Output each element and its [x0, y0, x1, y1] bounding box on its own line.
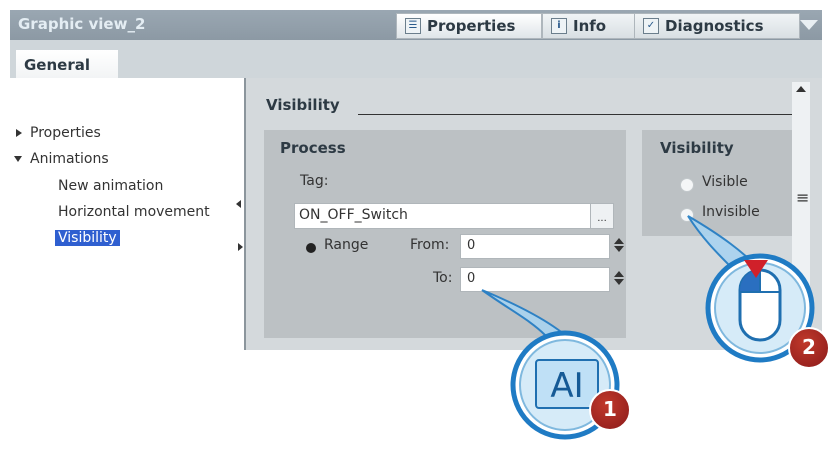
tab-diagnostics-label: Diagnostics: [665, 17, 764, 35]
tab-info[interactable]: i Info: [542, 13, 636, 39]
collapse-arrow-icon[interactable]: [800, 20, 818, 30]
to-label: To:: [433, 270, 453, 286]
diagnostics-icon: ✓: [643, 18, 659, 34]
window-title: Graphic view_2: [18, 15, 146, 33]
properties-icon: ☰: [405, 18, 421, 34]
mouse-icon: [738, 268, 782, 342]
splitter-right-arrow-icon[interactable]: [238, 243, 243, 251]
collapse-arrow-icon[interactable]: [14, 156, 22, 162]
tab-properties[interactable]: ☰ Properties: [396, 13, 542, 39]
scroll-grip-icon[interactable]: ≡: [796, 188, 809, 207]
tag-label: Tag:: [300, 173, 329, 189]
splitter-left-arrow-icon[interactable]: [236, 200, 241, 208]
from-stepper[interactable]: [612, 235, 626, 258]
nav-item-properties[interactable]: Properties: [16, 125, 101, 141]
visible-label: Visible: [702, 174, 748, 190]
range-label: Range: [324, 237, 369, 253]
from-input[interactable]: 0: [460, 234, 610, 259]
tag-input[interactable]: ON_OFF_Switch: [294, 203, 614, 229]
spin-down-icon[interactable]: [614, 246, 624, 252]
nav-item-new-animation[interactable]: New animation: [58, 178, 163, 194]
process-title: Process: [280, 139, 346, 157]
section-divider: [358, 114, 804, 115]
section-title: Visibility: [266, 96, 340, 114]
tag-browse-button[interactable]: ...: [590, 204, 613, 228]
scroll-up-icon[interactable]: [796, 86, 806, 92]
nav-item-properties-label: Properties: [30, 125, 101, 141]
step-badge-2: 2: [788, 327, 829, 369]
spin-up-icon[interactable]: [614, 238, 624, 244]
expand-arrow-icon[interactable]: [16, 129, 22, 137]
range-radio[interactable]: [306, 243, 316, 253]
info-icon: i: [551, 18, 567, 34]
nav-item-visibility-label: Visibility: [55, 230, 120, 246]
spin-up-icon[interactable]: [614, 271, 624, 277]
visibility-group-title: Visibility: [660, 139, 734, 157]
text-cursor-label: AI: [550, 366, 583, 406]
tab-properties-label: Properties: [427, 17, 516, 35]
nav-item-animations-label: Animations: [30, 151, 109, 167]
tab-diagnostics[interactable]: ✓ Diagnostics: [634, 13, 800, 39]
tab-info-label: Info: [573, 17, 607, 35]
step-badge-1: 1: [589, 389, 631, 431]
property-nav: Properties Animations New animation Hori…: [10, 78, 244, 350]
nav-item-visibility[interactable]: Visibility: [55, 230, 120, 246]
nav-item-horizontal-movement[interactable]: Horizontal movement: [58, 204, 210, 220]
title-bar: Graphic view_2 ☰ Properties i Info ✓ Dia…: [10, 10, 822, 40]
tab-general[interactable]: General: [16, 50, 118, 78]
nav-item-animations[interactable]: Animations: [14, 151, 109, 167]
from-label: From:: [410, 237, 450, 253]
inspector-tab-bar: General: [10, 40, 822, 78]
visible-radio[interactable]: [680, 178, 694, 192]
